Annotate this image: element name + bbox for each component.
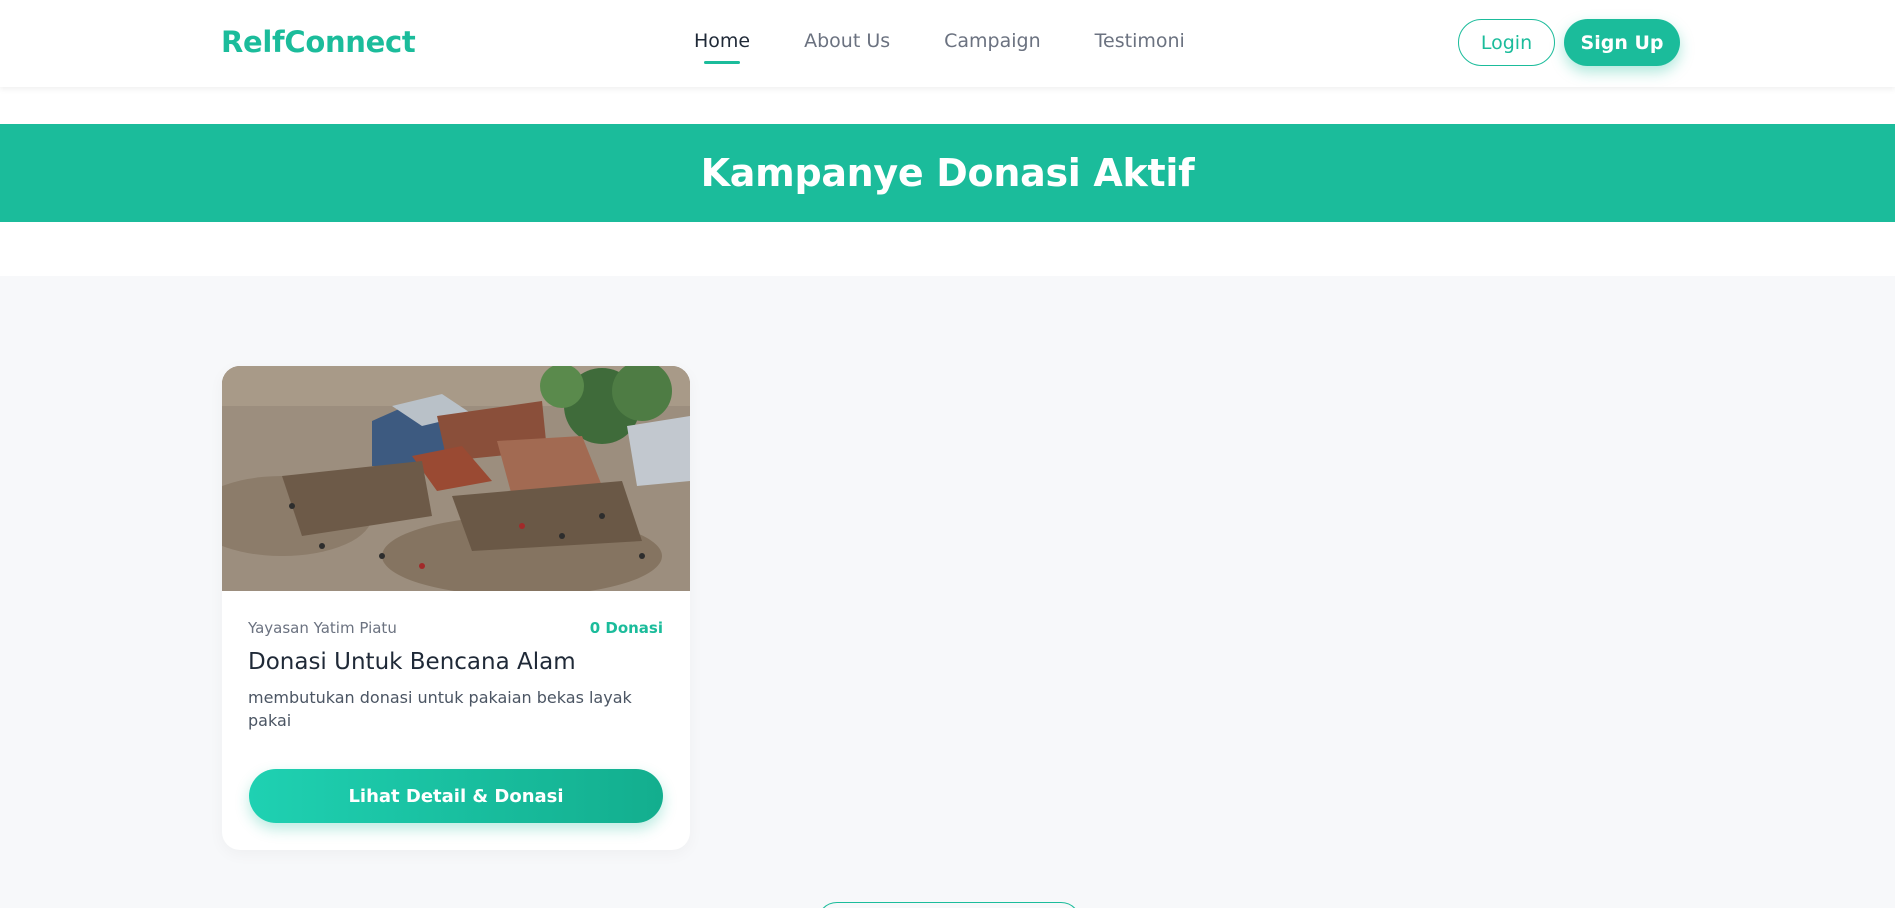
nav-link-campaign[interactable]: Campaign bbox=[944, 30, 1041, 52]
navbar: RelfConnect Home About Us Campaign Testi… bbox=[0, 0, 1895, 87]
nav-link-testimoni[interactable]: Testimoni bbox=[1095, 30, 1185, 52]
campaign-title: Donasi Untuk Bencana Alam bbox=[248, 649, 576, 675]
campaign-card: Yayasan Yatim Piatu 0 Donasi Donasi Untu… bbox=[222, 366, 690, 850]
view-detail-donate-button[interactable]: Lihat Detail & Donasi bbox=[249, 769, 663, 823]
page-title: Kampanye Donasi Aktif bbox=[700, 151, 1195, 195]
nav-links: Home About Us Campaign Testimoni bbox=[694, 30, 1239, 64]
campaign-description: membutukan donasi untuk pakaian bekas la… bbox=[248, 688, 632, 730]
campaign-image bbox=[222, 366, 690, 591]
signup-button[interactable]: Sign Up bbox=[1564, 19, 1680, 66]
more-campaigns-button[interactable] bbox=[817, 902, 1081, 908]
nav-link-about-us[interactable]: About Us bbox=[804, 30, 890, 52]
brand-logo[interactable]: RelfConnect bbox=[221, 25, 416, 59]
login-button[interactable]: Login bbox=[1458, 19, 1555, 66]
hero-banner: Kampanye Donasi Aktif bbox=[0, 124, 1895, 222]
nav-link-home[interactable]: Home bbox=[694, 30, 750, 64]
donation-count-badge: 0 Donasi bbox=[589, 619, 663, 637]
campaign-organization: Yayasan Yatim Piatu bbox=[248, 619, 397, 637]
